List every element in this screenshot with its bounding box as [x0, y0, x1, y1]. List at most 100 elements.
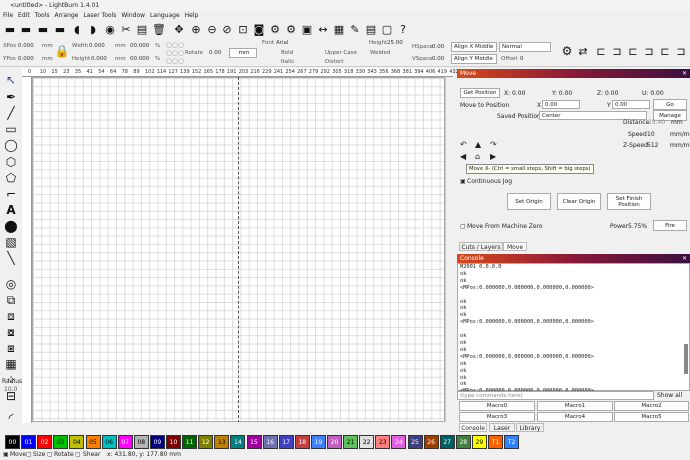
- width-field[interactable]: 0.000: [89, 43, 105, 49]
- palette-swatch[interactable]: 02: [37, 435, 53, 449]
- palette-swatch[interactable]: 24: [391, 435, 407, 449]
- tab-console[interactable]: Console: [459, 423, 487, 432]
- rotate-mode-icon[interactable]: ▢: [47, 450, 53, 460]
- italic-checkbox[interactable]: Italic: [281, 59, 294, 65]
- vertical-scrollbar[interactable]: [445, 77, 454, 422]
- status-shear[interactable]: Shear: [83, 450, 100, 460]
- align-top-icon[interactable]: ⊏: [658, 44, 672, 58]
- link-icon[interactable]: ⇄: [576, 44, 590, 58]
- device-settings-icon[interactable]: ⚙: [284, 22, 298, 36]
- palette-swatch[interactable]: 18: [294, 435, 310, 449]
- help-icon[interactable]: ?: [396, 22, 410, 36]
- palette-swatch[interactable]: 21: [343, 435, 359, 449]
- height-percent-field[interactable]: 00.000: [130, 56, 149, 62]
- palette-swatch[interactable]: 03: [53, 435, 69, 449]
- boolean-subtract-icon[interactable]: ⧇: [3, 324, 19, 340]
- get-position-button[interactable]: Get Position: [460, 88, 500, 98]
- shear-mode-icon[interactable]: ▢: [75, 450, 81, 460]
- paste-icon[interactable]: ▤: [135, 22, 149, 36]
- menu-language[interactable]: Language: [150, 11, 180, 21]
- settings-icon[interactable]: ⚙: [268, 22, 282, 36]
- radius-field[interactable]: 10.0: [4, 386, 17, 393]
- machine-icon[interactable]: ⚙: [560, 44, 574, 58]
- continuous-jog-checkbox-icon[interactable]: ▣: [460, 178, 466, 185]
- text-tool-icon[interactable]: A: [3, 202, 19, 218]
- align-left-icon[interactable]: ⊏: [594, 44, 608, 58]
- rotate-field[interactable]: 0.00: [209, 50, 221, 56]
- ellipse-tool-icon[interactable]: ◯: [3, 137, 19, 153]
- undo-icon[interactable]: ◖: [70, 22, 84, 36]
- distort-checkbox[interactable]: Distort: [325, 59, 344, 65]
- menu-help[interactable]: Help: [185, 11, 199, 21]
- align-x-dropdown[interactable]: Align X Middle: [451, 42, 497, 52]
- tab-laser[interactable]: Laser: [489, 423, 515, 432]
- palette-swatch[interactable]: 01: [21, 435, 37, 449]
- origin-selector-bottom-icon[interactable]: ○○○: [166, 57, 184, 65]
- camera-icon[interactable]: ◙: [252, 22, 266, 36]
- palette-swatch[interactable]: 15: [246, 435, 262, 449]
- jog-up-right-icon[interactable]: ↷: [490, 140, 500, 150]
- grid-array-icon[interactable]: ▦: [3, 356, 19, 372]
- menu-edit[interactable]: Edit: [18, 11, 30, 21]
- corner-tool-icon[interactable]: ◜: [3, 410, 19, 426]
- console-close-icon[interactable]: ✕: [682, 254, 687, 263]
- horizontal-scrollbar[interactable]: [32, 422, 445, 430]
- jog-home-icon[interactable]: ⌂: [475, 152, 485, 162]
- upper-case-checkbox[interactable]: Upper Case: [325, 50, 357, 56]
- set-finish-position-button[interactable]: Set Finish Position: [607, 193, 651, 210]
- set-origin-button[interactable]: Set Origin: [507, 193, 551, 210]
- macro0-button[interactable]: Macro0: [459, 401, 535, 411]
- status-move[interactable]: Move: [10, 450, 26, 460]
- clear-origin-button[interactable]: Clear Origin: [557, 193, 601, 210]
- macro2-button[interactable]: Macro2: [614, 401, 689, 411]
- palette-swatch[interactable]: 20: [327, 435, 342, 449]
- origin-selector-icon[interactable]: ○○○: [166, 41, 184, 49]
- palette-swatch[interactable]: 19: [310, 435, 326, 449]
- font-height-field[interactable]: 25.00: [387, 40, 403, 46]
- fire-button[interactable]: Fire: [653, 220, 687, 231]
- open-icon[interactable]: ▬: [3, 22, 17, 36]
- polygon-tool-icon[interactable]: ⬡: [3, 154, 19, 170]
- zoom-out-icon[interactable]: ⊖: [205, 22, 219, 36]
- macro4-button[interactable]: Macro4: [537, 412, 613, 422]
- go-button[interactable]: Go: [653, 99, 687, 110]
- status-size[interactable]: Size: [33, 450, 45, 460]
- move-y-field[interactable]: 0.00: [612, 100, 650, 109]
- boolean-intersect-icon[interactable]: ⧆: [3, 340, 19, 356]
- origin-selector-mid-icon[interactable]: ○○○: [166, 49, 184, 57]
- welded-checkbox[interactable]: Welded: [370, 50, 390, 56]
- macro3-button[interactable]: Macro3: [459, 412, 535, 422]
- menu-tools[interactable]: Tools: [35, 11, 50, 21]
- tab-cuts-layers[interactable]: Cuts / Layers: [459, 242, 503, 251]
- height-field[interactable]: 0.000: [91, 56, 107, 62]
- zoom-frame-icon[interactable]: ⊘: [220, 22, 234, 36]
- palette-swatch[interactable]: 08: [133, 435, 149, 449]
- palette-swatch[interactable]: 13: [214, 435, 230, 449]
- macro1-button[interactable]: Macro1: [537, 401, 613, 411]
- text-mode-dropdown[interactable]: Normal: [499, 42, 551, 52]
- zoom-in-icon[interactable]: ⊕: [189, 22, 203, 36]
- power-field[interactable]: 5.75%: [628, 223, 647, 230]
- palette-swatch[interactable]: 10: [166, 435, 181, 449]
- frame-tool-icon[interactable]: ⌐: [3, 186, 19, 202]
- import-icon[interactable]: ▬: [53, 22, 67, 36]
- width-percent-field[interactable]: 00.000: [130, 43, 149, 49]
- palette-swatch[interactable]: 00: [5, 435, 20, 449]
- vspace-field[interactable]: 0.00: [432, 56, 444, 62]
- palette-swatch[interactable]: 16: [262, 435, 278, 449]
- show-all-checkbox[interactable]: Show all: [657, 392, 682, 399]
- preview-icon[interactable]: ▢: [380, 22, 394, 36]
- measure-tool-icon[interactable]: ╲: [3, 250, 19, 266]
- arrange-icon[interactable]: ▦: [332, 22, 346, 36]
- shape-tool-icon[interactable]: ⬠: [3, 170, 19, 186]
- jog-up-icon[interactable]: ▲: [475, 140, 485, 150]
- palette-swatch[interactable]: 25: [407, 435, 423, 449]
- align-center-icon[interactable]: ⊐: [610, 44, 624, 58]
- offset-shapes-icon[interactable]: ◎: [3, 276, 19, 292]
- console-output[interactable]: M2001 0.0.0.0 ok ok <MPos:0.000000,0.000000…: [457, 263, 690, 394]
- console-command-input[interactable]: (type commands here): [457, 391, 654, 400]
- palette-swatch[interactable]: 12: [198, 435, 214, 449]
- weld-icon[interactable]: ⧉: [3, 292, 19, 308]
- palette-swatch[interactable]: 14: [230, 435, 246, 449]
- move-x-field[interactable]: 0.00: [542, 100, 580, 109]
